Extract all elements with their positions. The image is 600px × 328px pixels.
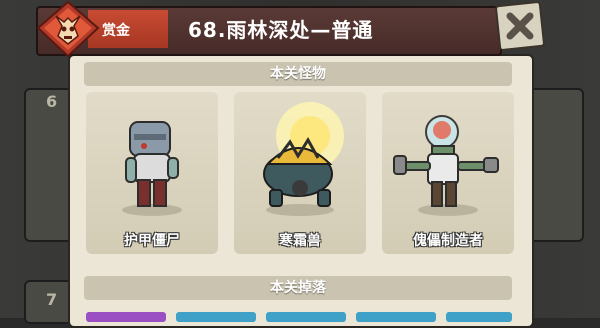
- close-x-icon: [495, 1, 545, 51]
- monster-name: 护甲僵尸: [124, 233, 180, 249]
- stage-title: 68.雨林深处—普通: [188, 18, 374, 42]
- demon-skull-emblem-icon: [36, 0, 100, 58]
- monster-card-armored-zombie[interactable]: 护甲僵尸: [86, 92, 218, 254]
- background-level-number: 6: [46, 92, 58, 111]
- armored-zombie-icon: [122, 121, 182, 216]
- monster-name: 寒霜兽: [279, 233, 321, 249]
- puppet-maker-icon: [393, 115, 499, 216]
- drop-item-slot[interactable]: [266, 312, 346, 322]
- drop-item-slot[interactable]: [446, 312, 512, 322]
- background-level-number: 7: [46, 290, 58, 309]
- monster-name: 傀儡制造者: [413, 233, 483, 249]
- bounty-label: 赏金: [102, 23, 130, 39]
- drops-section-header: 本关掉落: [84, 276, 512, 300]
- drop-item-slot[interactable]: [176, 312, 256, 322]
- monster-card-puppet-maker[interactable]: 傀儡制造者: [382, 92, 514, 254]
- drop-item-slot[interactable]: [356, 312, 436, 322]
- drop-item-slot[interactable]: [86, 312, 166, 322]
- close-button[interactable]: [492, 1, 548, 51]
- frost-beast-icon: [263, 102, 344, 216]
- bounty-tab: 赏金: [88, 10, 168, 48]
- monsters-section-header: 本关怪物: [84, 62, 512, 86]
- monster-card-frost-beast[interactable]: 寒霜兽: [234, 92, 366, 254]
